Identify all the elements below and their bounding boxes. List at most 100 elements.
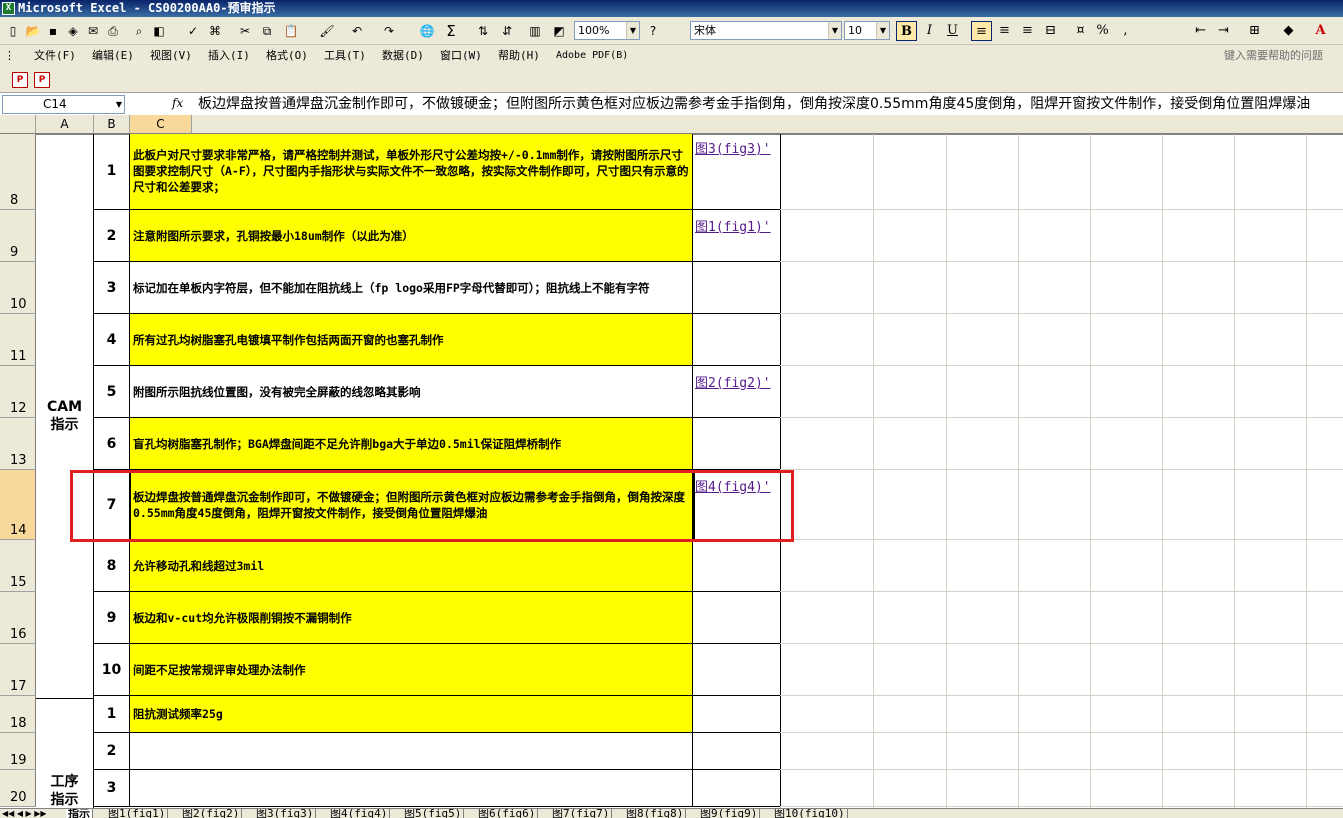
column-header-b[interactable]: B	[94, 115, 130, 134]
row-header[interactable]: 13	[0, 418, 36, 470]
help-question-input[interactable]: 键入需要帮助的问题	[1224, 48, 1323, 64]
item-number-cell[interactable]: 5	[94, 366, 130, 418]
row-header[interactable]: 16	[0, 592, 36, 644]
row-header[interactable]: 9	[0, 210, 36, 262]
select-all-corner[interactable]	[0, 115, 36, 134]
align-right-icon[interactable]: ≡	[1017, 21, 1038, 41]
instruction-cell[interactable]: 板边焊盘按普通焊盘沉金制作即可，不做镀硬金；但附图所示黄色框对应板边需参考金手指…	[130, 470, 693, 540]
item-number-cell[interactable]: 1	[94, 134, 130, 210]
row-header[interactable]: 14	[0, 470, 36, 540]
increase-indent-icon[interactable]: ⇥	[1213, 21, 1234, 41]
open-folder-icon[interactable]: 📂	[24, 21, 42, 41]
instruction-cell[interactable]	[130, 733, 693, 770]
sheet-tab[interactable]: 图1(fig1)	[106, 809, 169, 818]
convert-to-pdf-icon[interactable]: P	[12, 72, 28, 88]
font-size-select[interactable]: 10 ▼	[844, 21, 890, 40]
figure-link-cell[interactable]: 图3(fig3)'	[693, 134, 781, 210]
sheet-tab[interactable]: 图5(fig5)	[402, 809, 465, 818]
menu-tools[interactable]: 工具(T)	[324, 48, 366, 64]
fill-color-icon[interactable]: ◆	[1278, 21, 1299, 41]
sheet-tab[interactable]: 指示	[66, 809, 93, 818]
item-number-cell[interactable]: 9	[94, 592, 130, 644]
chart-wizard-icon[interactable]: ▥	[526, 21, 544, 41]
sheet-tab[interactable]: 图8(fig8)	[624, 809, 687, 818]
autosum-icon[interactable]: Σ	[442, 21, 460, 41]
help-icon[interactable]: ?	[644, 21, 662, 41]
sort-descending-icon[interactable]: ⇵	[498, 21, 516, 41]
row-header[interactable]: 17	[0, 644, 36, 696]
instruction-cell[interactable]: 阻抗测试频率25g	[130, 696, 693, 733]
menu-edit[interactable]: 编辑(E)	[92, 48, 134, 64]
convert-and-email-pdf-icon[interactable]: P	[34, 72, 50, 88]
row-header[interactable]: 18	[0, 696, 36, 733]
merge-center-icon[interactable]: ⊟	[1040, 21, 1061, 41]
column-header-c[interactable]: C	[130, 115, 192, 134]
percent-button[interactable]: %	[1092, 21, 1113, 41]
item-number-cell[interactable]: 7	[94, 470, 130, 540]
sheet-tab[interactable]: 图3(fig3)	[254, 809, 317, 818]
instruction-cell[interactable]: 间距不足按常规评审处理办法制作	[130, 644, 693, 696]
menu-data[interactable]: 数据(D)	[382, 48, 424, 64]
menu-view[interactable]: 视图(V)	[150, 48, 192, 64]
instruction-cell[interactable]	[130, 770, 693, 807]
item-number-cell[interactable]: 2	[94, 733, 130, 770]
menu-adobe-pdf[interactable]: Adobe PDF(B)	[556, 48, 628, 64]
menu-file[interactable]: 文件(F)	[34, 48, 76, 64]
menu-window[interactable]: 窗口(W)	[440, 48, 482, 64]
column-header-a[interactable]: A	[36, 115, 94, 134]
instruction-cell[interactable]: 标记加在单板内字符层，但不能加在阻抗线上（fp logo采用FP字母代替即可）；…	[130, 262, 693, 314]
new-file-icon[interactable]: ▯	[4, 21, 22, 41]
menu-format[interactable]: 格式(O)	[266, 48, 308, 64]
sheet-tab[interactable]: 图7(fig7)	[550, 809, 613, 818]
item-number-cell[interactable]: 3	[94, 262, 130, 314]
underline-button[interactable]: U	[942, 21, 963, 41]
hyperlink-icon[interactable]: 🌐	[418, 21, 436, 41]
instruction-cell[interactable]: 附图所示阻抗线位置图，没有被完全屏蔽的线忽略其影响	[130, 366, 693, 418]
comma-style-button[interactable]: ,	[1115, 21, 1136, 41]
figure-link-cell[interactable]: 图4(fig4)'	[693, 470, 781, 540]
paste-icon[interactable]: 📋	[282, 21, 300, 41]
group-process-instructions[interactable]: 工序 指示	[36, 699, 94, 810]
instruction-cell[interactable]: 盲孔均树脂塞孔制作；BGA焊盘间距不足允许削bga大于单边0.5mil保证阻焊桥…	[130, 418, 693, 470]
group-cam-instructions[interactable]: CAM 指示	[36, 134, 94, 699]
undo-icon[interactable]: ↶	[348, 21, 366, 41]
cut-icon[interactable]: ✂	[236, 21, 254, 41]
figure-link-cell[interactable]: 图1(fig1)'	[693, 210, 781, 262]
save-icon[interactable]: ▪	[44, 21, 62, 41]
research-book-icon[interactable]: ⌘	[206, 21, 224, 41]
sheet-tab[interactable]: 图6(fig6)	[476, 809, 539, 818]
item-number-cell[interactable]: 8	[94, 540, 130, 592]
copy-icon[interactable]: ⧉	[258, 21, 276, 41]
drawing-icon[interactable]: ◩	[550, 21, 568, 41]
row-header[interactable]: 15	[0, 540, 36, 592]
print-icon[interactable]: ⎙	[104, 21, 122, 41]
instruction-cell[interactable]: 注意附图所示要求，孔铜按最小18um制作（以此为准）	[130, 210, 693, 262]
sheet-tab[interactable]: 图2(fig2)	[180, 809, 243, 818]
borders-icon[interactable]: ⊞	[1244, 21, 1265, 41]
instruction-cell[interactable]: 此板户对尺寸要求非常严格，请严格控制并测试，单板外形尺寸公差均按+/-0.1mm…	[130, 134, 693, 210]
row-header[interactable]: 19	[0, 733, 36, 770]
decrease-indent-icon[interactable]: ⇤	[1190, 21, 1211, 41]
row-header[interactable]: 8	[0, 134, 36, 210]
item-number-cell[interactable]: 1	[94, 696, 130, 733]
print-preview-icon[interactable]: ⌕	[130, 21, 148, 41]
sheet-tab[interactable]: 图4(fig4)	[328, 809, 391, 818]
sheet-tab[interactable]: 图10(fig10)	[772, 809, 848, 818]
menu-insert[interactable]: 插入(I)	[208, 48, 250, 64]
spelling-icon[interactable]: ✓	[184, 21, 202, 41]
instruction-cell[interactable]: 所有过孔均树脂塞孔电镀填平制作包括两面开窗的也塞孔制作	[130, 314, 693, 366]
italic-button[interactable]: I	[919, 21, 940, 41]
email-icon[interactable]: ✉	[84, 21, 102, 41]
align-left-icon[interactable]: ≡	[971, 21, 992, 41]
item-number-cell[interactable]: 10	[94, 644, 130, 696]
redo-icon[interactable]: ↷	[380, 21, 398, 41]
menu-help[interactable]: 帮助(H)	[498, 48, 540, 64]
row-header[interactable]: 12	[0, 366, 36, 418]
instruction-cell[interactable]: 板边和v-cut均允许极限削铜按不漏铜制作	[130, 592, 693, 644]
worksheet-grid[interactable]: CAM 指示 工序 指示 8 1 此板户对尺寸要求非常严格，请严格控制并测试，单板外…	[0, 134, 1343, 810]
row-header[interactable]: 11	[0, 314, 36, 366]
instruction-cell[interactable]: 允许移动孔和线超过3mil	[130, 540, 693, 592]
item-number-cell[interactable]: 3	[94, 770, 130, 807]
tab-scroll-arrows-icon[interactable]: ◀◀ ◀ ▶ ▶▶	[2, 809, 47, 818]
zoom-select[interactable]: 100% ▼	[574, 21, 640, 40]
